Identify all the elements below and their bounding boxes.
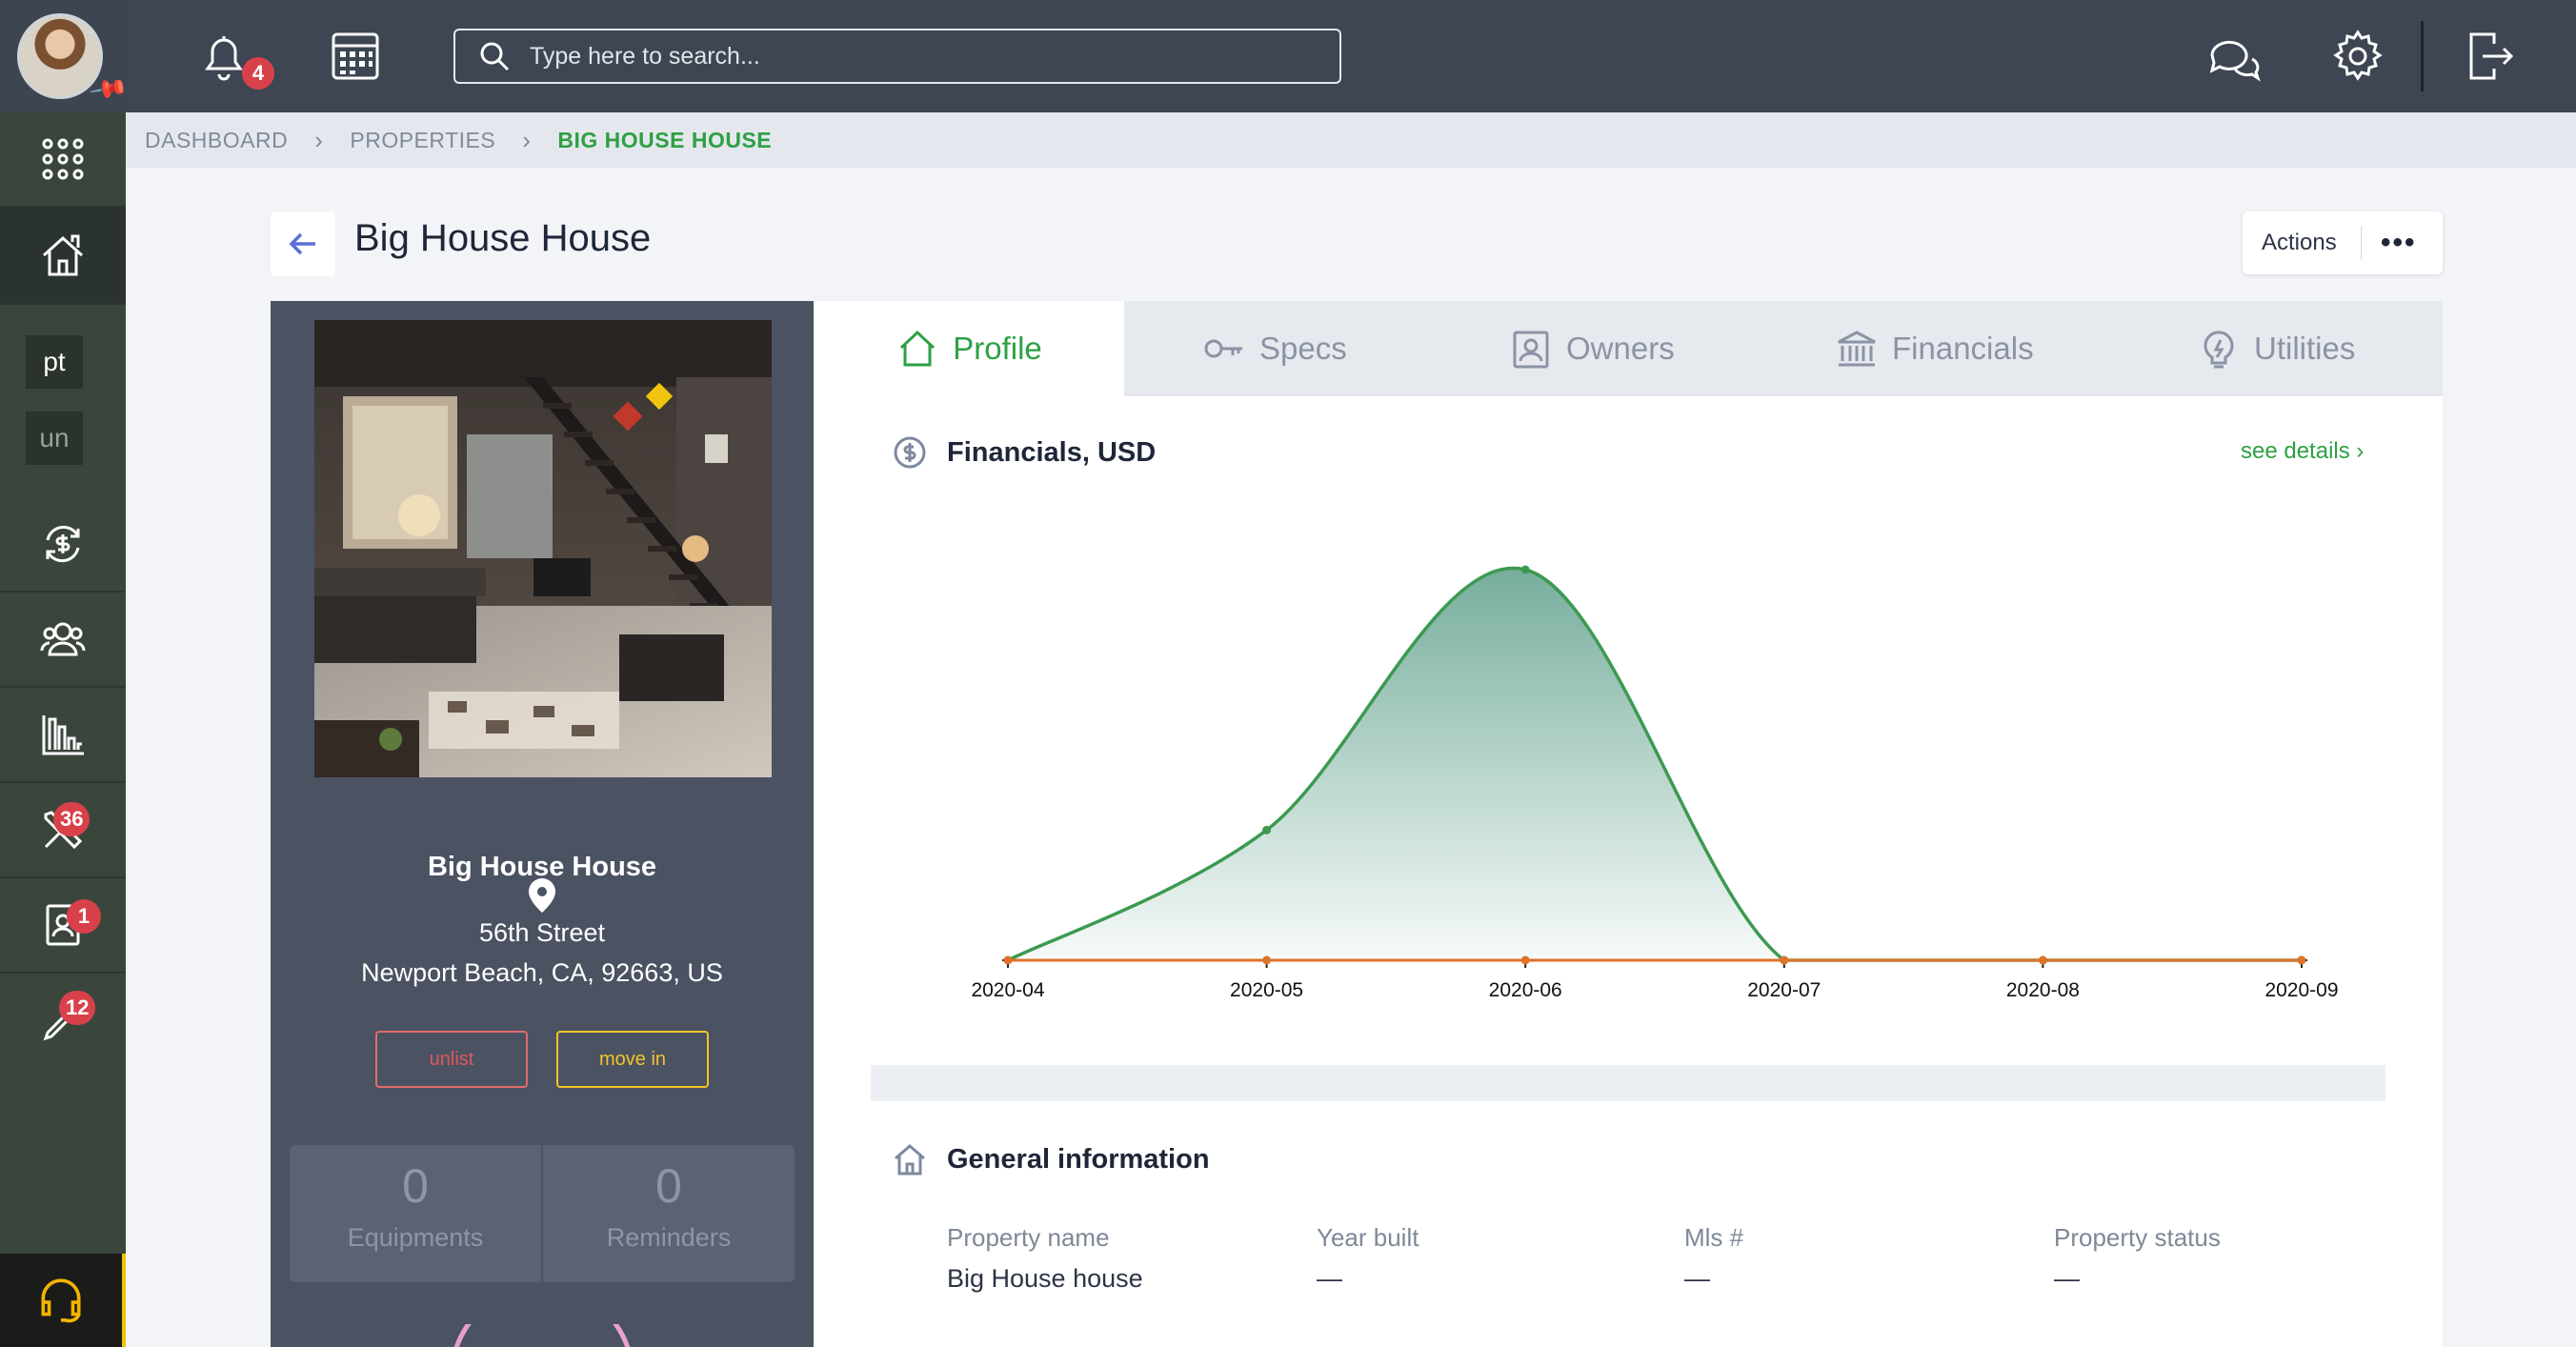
property-detail-panel: Profile Specs Owners Financials Utilitie… xyxy=(814,301,2443,1347)
series-area xyxy=(1008,568,2302,960)
user-avatar-area[interactable]: 📌 xyxy=(0,0,130,112)
field-value: — xyxy=(1317,1264,1342,1293)
apps-grid-icon xyxy=(42,138,84,180)
field-mls: Mls # — xyxy=(1684,1223,1743,1294)
x-tick-label: 2020-07 xyxy=(1747,979,1821,1001)
equipments-label: Equipments xyxy=(347,1223,484,1252)
data-point[interactable] xyxy=(2297,955,2306,965)
data-point[interactable] xyxy=(1520,955,1530,965)
location-pin-icon xyxy=(529,878,555,913)
field-value: Big House house xyxy=(947,1264,1143,1293)
data-point[interactable] xyxy=(1262,825,1272,834)
headset-icon xyxy=(41,1278,81,1323)
users-icon xyxy=(40,622,86,656)
left-sidebar: 📌 pt un 36 1 12 xyxy=(0,0,130,1347)
chevron-right-icon: › xyxy=(522,125,532,154)
breadcrumb-dashboard[interactable]: DASHBOARD xyxy=(145,128,288,153)
data-point[interactable] xyxy=(1003,955,1013,965)
calendar-button[interactable] xyxy=(326,27,385,86)
search-icon xyxy=(480,42,510,71)
data-point[interactable] xyxy=(2038,955,2047,965)
reminders-label: Reminders xyxy=(606,1223,732,1252)
x-tick-label: 2020-08 xyxy=(2006,979,2080,1001)
avatar[interactable] xyxy=(17,13,103,99)
top-bar: 4 xyxy=(126,0,2576,112)
general-info-header: General information xyxy=(892,1141,1210,1177)
chevron-right-icon: › xyxy=(314,125,324,154)
property-summary-panel: Big House House 56th Street Newport Beac… xyxy=(271,301,814,1347)
more-options-icon[interactable]: ••• xyxy=(2362,227,2417,259)
actions-menu[interactable]: Actions ••• xyxy=(2243,211,2443,274)
property-stats: 0 Equipments 0 Reminders xyxy=(290,1145,795,1282)
notification-count-badge: 4 xyxy=(242,57,274,90)
breadcrumb: DASHBOARD › PROPERTIES › BIG HOUSE HOUSE xyxy=(126,112,2576,168)
field-label: Property status xyxy=(2054,1223,2221,1252)
actions-label[interactable]: Actions xyxy=(2243,230,2361,256)
move-in-button[interactable]: move in xyxy=(556,1031,709,1088)
field-property-status: Property status — xyxy=(2054,1223,2221,1294)
gear-icon xyxy=(2333,30,2383,81)
sidebar-item-contacts[interactable] xyxy=(0,593,126,688)
general-info-title: General information xyxy=(947,1143,1210,1175)
reminders-stat[interactable]: 0 Reminders xyxy=(543,1145,795,1282)
sidebar-tag-pt[interactable]: pt xyxy=(26,335,83,389)
field-value: — xyxy=(1684,1264,1710,1293)
sidebar-item-tools[interactable]: 12 xyxy=(0,974,126,1069)
sidebar-item-payments[interactable] xyxy=(0,497,126,593)
x-tick-label: 2020-06 xyxy=(1489,979,1562,1001)
sidebar-tag-un[interactable]: un xyxy=(26,412,83,465)
sidebar-item-tenants[interactable]: 1 xyxy=(0,878,126,974)
sidebar-item-maintenance[interactable]: 36 xyxy=(0,783,126,878)
field-label: Property name xyxy=(947,1223,1110,1252)
x-tick-label: 2020-05 xyxy=(1230,979,1303,1001)
address-line-1: 56th Street xyxy=(478,918,606,947)
sidebar-item-reports[interactable] xyxy=(0,688,126,783)
support-button[interactable] xyxy=(0,1254,126,1347)
unlist-button[interactable]: unlist xyxy=(375,1031,528,1088)
house-icon xyxy=(42,234,84,276)
property-photo xyxy=(314,320,772,777)
x-tick-label: 2020-04 xyxy=(971,979,1044,1001)
logout-button[interactable] xyxy=(2460,27,2519,86)
progress-ring xyxy=(453,1324,631,1347)
apps-grid-button[interactable] xyxy=(0,112,126,208)
x-tick-label: 2020-09 xyxy=(2264,979,2338,1001)
financials-chart: 2020-04 2020-05 2020-06 2020-07 2020-08 2020-… xyxy=(971,565,2339,1001)
currency-exchange-icon xyxy=(46,525,80,563)
page-title: Big House House xyxy=(354,217,652,259)
search-input[interactable] xyxy=(530,42,1292,70)
tools-count-badge: 12 xyxy=(59,991,96,1025)
field-year-built: Year built — xyxy=(1317,1223,1419,1294)
field-property-name: Property name Big House house xyxy=(947,1223,1143,1294)
breadcrumb-properties[interactable]: PROPERTIES xyxy=(350,128,495,153)
chat-icon xyxy=(2209,40,2261,82)
field-value: — xyxy=(2054,1264,2080,1293)
field-label: Year built xyxy=(1317,1223,1419,1252)
tenants-count-badge: 1 xyxy=(67,899,101,934)
field-label: Mls # xyxy=(1684,1223,1744,1252)
house-icon xyxy=(895,1144,925,1176)
topbar-divider xyxy=(2421,21,2424,91)
data-point[interactable] xyxy=(1780,955,1789,965)
bar-chart-icon xyxy=(42,715,84,755)
breadcrumb-current: BIG HOUSE HOUSE xyxy=(557,127,773,152)
chat-button[interactable] xyxy=(2203,27,2262,86)
equipments-stat[interactable]: 0 Equipments xyxy=(290,1145,543,1282)
reminders-count: 0 xyxy=(655,1159,682,1213)
equipments-count: 0 xyxy=(402,1159,429,1213)
sidebar-item-properties[interactable] xyxy=(0,208,126,305)
calendar-icon xyxy=(332,32,379,80)
address-line-2: Newport Beach, CA, 92663, US xyxy=(361,958,723,987)
settings-button[interactable] xyxy=(2328,27,2387,86)
maintenance-count-badge: 36 xyxy=(53,802,91,836)
search-bar[interactable] xyxy=(453,29,1341,84)
arrow-left-icon xyxy=(289,232,315,255)
data-point[interactable] xyxy=(1262,955,1272,965)
section-divider xyxy=(871,1065,2385,1101)
data-point[interactable] xyxy=(1520,565,1530,574)
logout-icon xyxy=(2469,32,2514,80)
back-button[interactable] xyxy=(271,211,335,276)
